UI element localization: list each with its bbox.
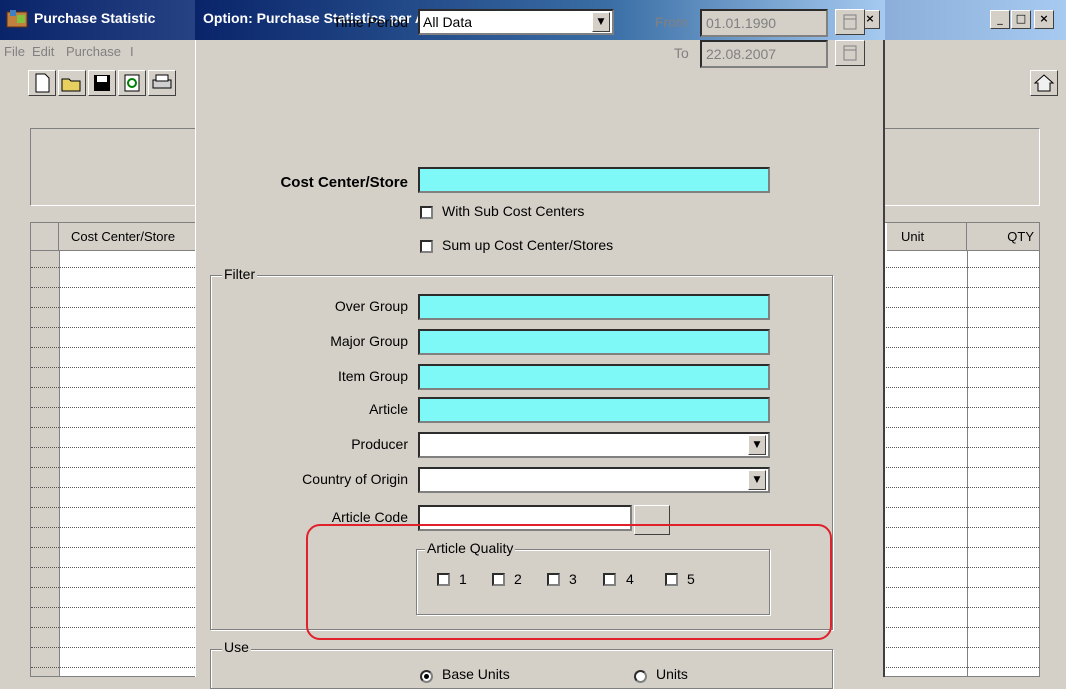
over-group-label: Over Group [334,298,408,314]
save-disk-icon [94,75,110,91]
open-folder-icon [61,78,81,92]
cost-center-label: Cost Center/Store [280,174,408,191]
grid-column-divider [967,251,968,676]
article-input[interactable] [418,397,770,423]
from-calendar-button [835,9,865,35]
grid-corner [31,223,59,251]
new-file-icon [35,73,50,93]
filter-caption: Filter [222,266,258,282]
to-label: To [674,45,689,61]
chevron-down-icon[interactable]: ▼ [748,470,766,490]
item-group-label: Item Group [337,368,408,384]
producer-select[interactable]: ▼ [418,432,770,458]
chevron-down-icon[interactable]: ▼ [748,435,766,455]
refresh-icon [124,74,140,92]
country-of-origin-select[interactable]: ▼ [418,467,770,493]
calendar-icon [843,45,857,61]
home-icon [1033,74,1055,92]
sum-up-checkbox[interactable] [420,240,433,253]
use-group [210,649,833,689]
menu-edit[interactable]: Edit [32,44,54,59]
col-header-qty[interactable]: QTY [967,223,1039,251]
to-calendar-button [835,40,865,66]
minimize-button[interactable]: _ [990,10,1010,29]
major-group-input[interactable] [418,329,770,355]
cost-center-input[interactable] [418,167,770,193]
time-period-select[interactable]: All Data ▼ [418,9,614,35]
col-header-cost-center[interactable]: Cost Center/Store [59,223,196,251]
highlight-annotation [306,524,832,640]
with-sub-cost-centers-checkbox[interactable] [420,206,433,219]
to-date-field: 22.08.2007 [700,40,828,68]
print-icon [152,74,172,89]
over-group-input[interactable] [418,294,770,320]
base-units-label: Base Units [442,666,510,682]
main-window-title: Purchase Statistic [34,10,156,26]
article-label: Article [369,401,408,417]
units-label: Units [656,666,688,682]
article-code-label: Article Code [331,509,408,525]
save-button[interactable] [88,70,116,96]
chevron-down-icon[interactable]: ▼ [592,12,610,32]
col-header-unit[interactable]: Unit [887,223,967,251]
major-group-label: Major Group [330,333,408,349]
refresh-button[interactable] [118,70,146,96]
producer-label: Producer [351,436,408,452]
open-button[interactable] [58,70,86,96]
close-button[interactable]: × [1034,10,1054,29]
from-label: From [655,14,688,30]
row-header-strip [31,251,60,676]
from-date-field: 01.01.1990 [700,9,828,37]
new-button[interactable] [28,70,56,96]
menu-more[interactable]: I [130,44,134,59]
calendar-icon [843,14,857,30]
sum-up-label: Sum up Cost Center/Stores [442,237,614,253]
menu-purchase[interactable]: Purchase [66,44,121,59]
app-icon [6,10,28,28]
maximize-button[interactable]: □ [1011,10,1031,29]
time-period-value: All Data [423,14,473,30]
country-of-origin-label: Country of Origin [302,471,408,487]
with-sub-cost-centers-label: With Sub Cost Centers [442,203,585,219]
item-group-input[interactable] [418,364,770,390]
home-button[interactable] [1030,70,1058,96]
menu-file[interactable]: File [4,44,25,59]
print-button[interactable] [148,70,176,96]
use-caption: Use [222,639,251,655]
time-period-label: Time Period [333,14,408,30]
